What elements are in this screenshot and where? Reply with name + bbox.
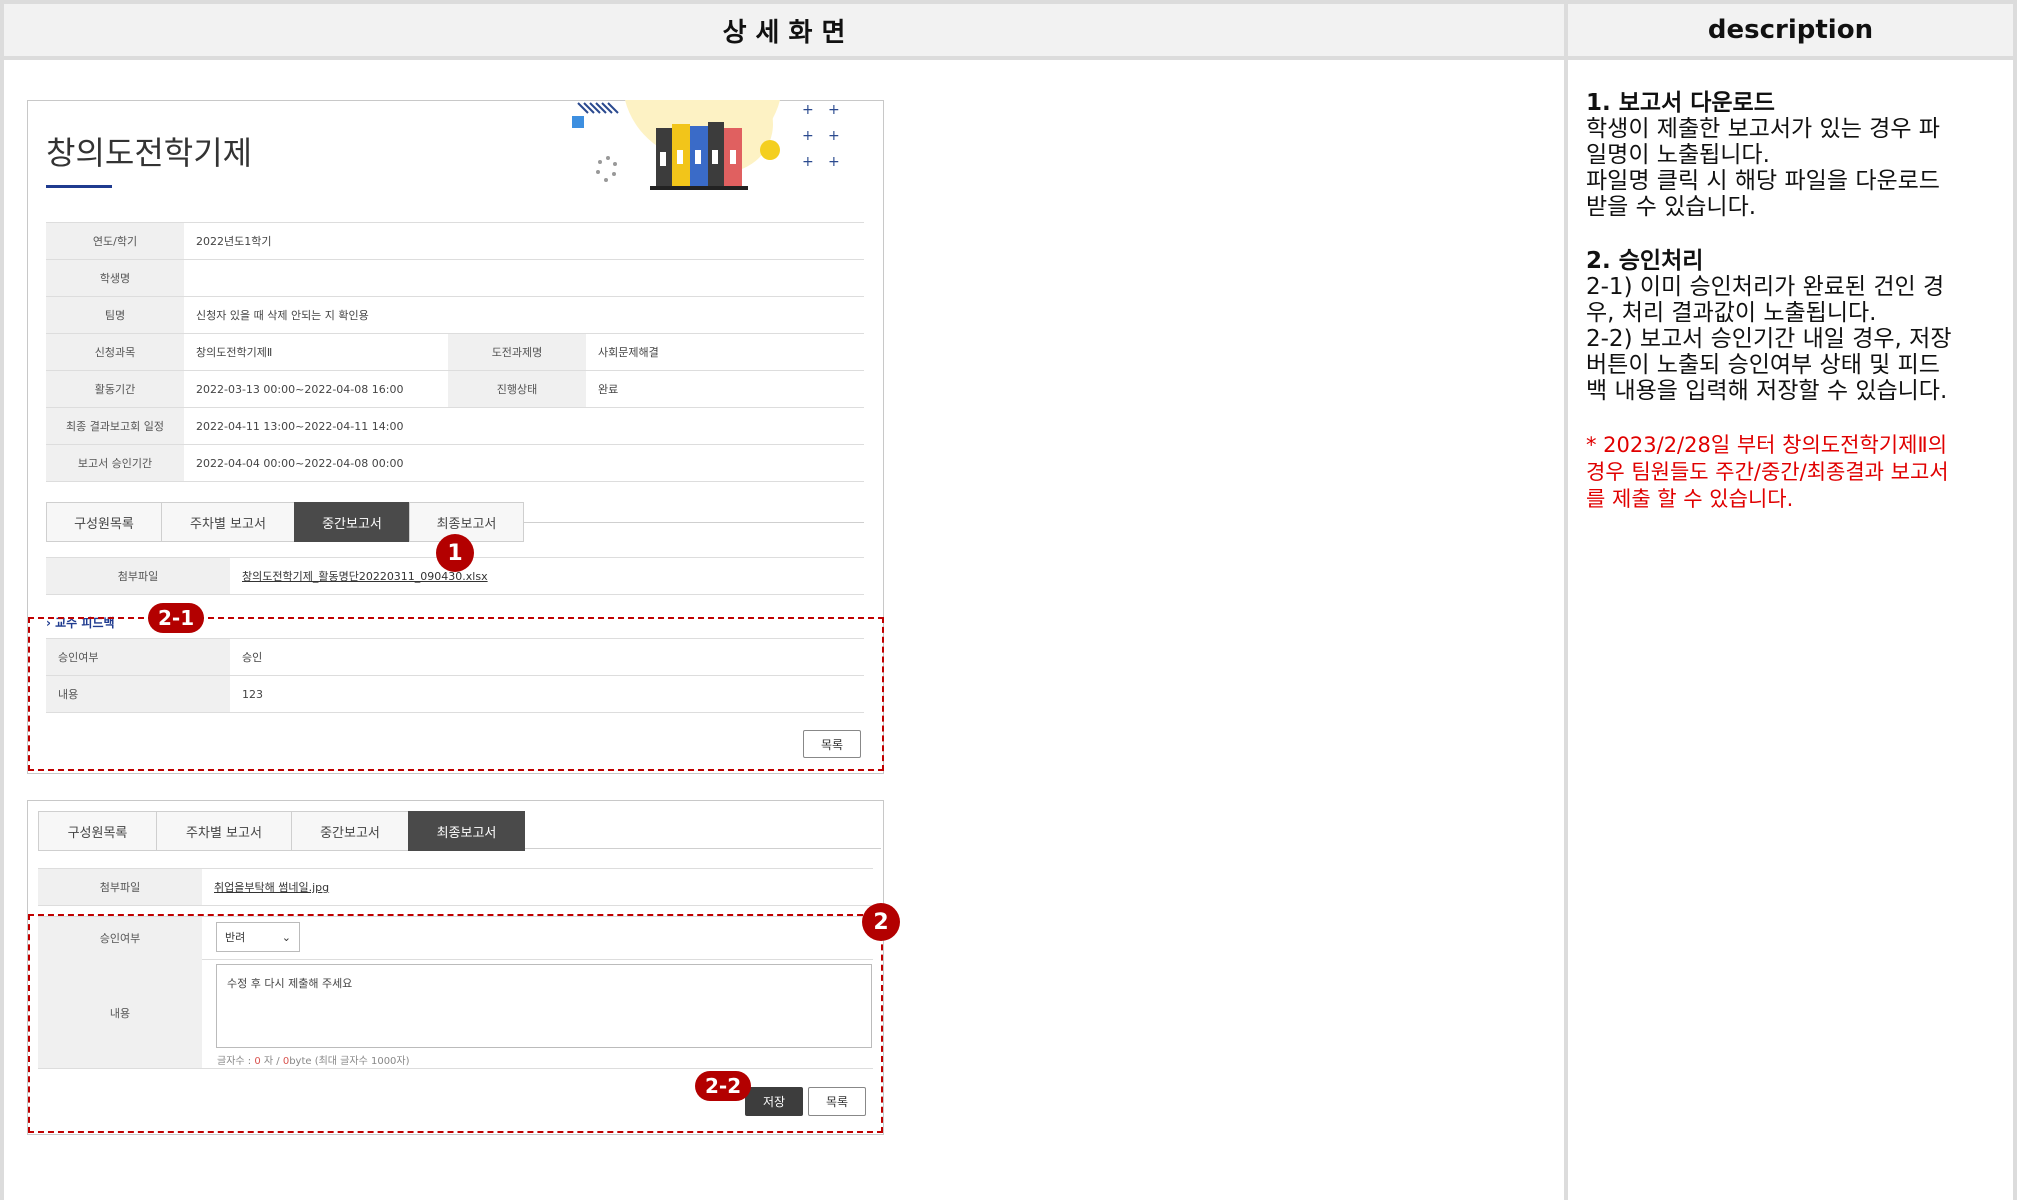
tab-weekly-report[interactable]: 주차별 보고서	[156, 811, 291, 851]
section-1-line: 학생이 제출한 보고서가 있는 경우 파	[1586, 116, 1940, 142]
header-description-title: description	[1707, 15, 1874, 45]
header-screen-title: 상 세 화 면	[722, 17, 846, 48]
svg-text:+: +	[828, 128, 840, 144]
tab-final-report[interactable]: 최종보고서	[409, 502, 524, 542]
note-line: 를 제출 할 수 있습니다.	[1586, 487, 1794, 511]
table-row: 팀명 신청자 있을 때 삭제 안되는 지 확인용	[46, 296, 864, 334]
report-info-table: 연도/학기 2022년도1학기 학생명 팀명 신청자 있을 때 삭제 안되는 지…	[46, 222, 864, 482]
title-underline	[46, 185, 112, 188]
row-value: 사회문제해결	[586, 333, 864, 371]
spec-frame: 상 세 화 면 description 창의도전학기제 + + + + + + …	[0, 0, 2017, 1200]
books-illustration-icon: + + + + + +	[572, 100, 840, 190]
attachment-table-final: 첨부파일 취업을부탁해 썸네일.jpg	[38, 868, 873, 906]
row-value: 2022-04-04 00:00~2022-04-08 00:00	[184, 444, 864, 482]
row-value: 창의도전학기제Ⅱ	[184, 333, 448, 371]
tab-members[interactable]: 구성원목록	[46, 502, 161, 542]
tab-midterm-report[interactable]: 중간보고서	[291, 811, 408, 851]
row-label: 도전과제명	[448, 333, 586, 371]
section-1-title: 1. 보고서 다운로드	[1586, 90, 1775, 116]
tab-final-report[interactable]: 최종보고서	[408, 811, 525, 851]
table-row: 신청과목 창의도전학기제Ⅱ 도전과제명 사회문제해결	[46, 333, 864, 371]
table-row: 보고서 승인기간 2022-04-04 00:00~2022-04-08 00:…	[46, 444, 864, 482]
page-title: 창의도전학기제	[46, 134, 253, 172]
table-row: 최종 결과보고회 일정 2022-04-11 13:00~2022-04-11 …	[46, 407, 864, 445]
row-label: 연도/학기	[46, 222, 184, 260]
table-row: 활동기간 2022-03-13 00:00~2022-04-08 16:00 진…	[46, 370, 864, 408]
section-2-line: 백 내용을 입력해 저장할 수 있습니다.	[1586, 378, 1948, 404]
note-line: * 2023/2/28일 부터 창의도전학기제Ⅱ의	[1586, 433, 1948, 457]
section-1-line: 일명이 노출됩니다.	[1586, 142, 1770, 168]
highlight-box-2	[28, 914, 883, 1133]
header-description-cell: description	[1564, 0, 2017, 60]
attachment-label: 첨부파일	[38, 868, 202, 906]
table-row: 첨부파일 취업을부탁해 썸네일.jpg	[38, 868, 873, 906]
marker-2: 2	[862, 903, 900, 941]
row-label: 팀명	[46, 296, 184, 334]
section-2-line: 우, 처리 결과값이 노출됩니다.	[1586, 300, 1877, 326]
attachment-label: 첨부파일	[46, 557, 230, 595]
section-1-line: 파일명 클릭 시 해당 파일을 다운로드	[1586, 168, 1940, 194]
header-screen-cell: 상 세 화 면	[0, 0, 1568, 60]
section-2-line: 2-2) 보고서 승인기간 내일 경우, 저장	[1586, 326, 1952, 352]
attachment-file-link[interactable]: 창의도전학기제_활동명단20220311_090430.xlsx	[242, 570, 488, 583]
table-row: 연도/학기 2022년도1학기	[46, 222, 864, 260]
tab-midterm-report[interactable]: 중간보고서	[294, 502, 409, 542]
row-label: 학생명	[46, 259, 184, 297]
left-border	[0, 56, 4, 1200]
marker-2-1: 2-1	[148, 603, 205, 633]
row-label: 활동기간	[46, 370, 184, 408]
row-label: 진행상태	[448, 370, 586, 408]
row-value: 2022-03-13 00:00~2022-04-08 16:00	[184, 370, 448, 408]
row-value: 신청자 있을 때 삭제 안되는 지 확인용	[184, 296, 864, 334]
right-border	[2013, 56, 2017, 1200]
marker-2-2: 2-2	[695, 1071, 752, 1101]
row-value: 2022년도1학기	[184, 222, 864, 260]
highlight-box-2-1	[28, 617, 884, 771]
note-line: 경우 팀원들도 주간/중간/최종결과 보고서	[1586, 460, 1949, 484]
tab-weekly-report[interactable]: 주차별 보고서	[161, 502, 294, 542]
row-label: 보고서 승인기간	[46, 444, 184, 482]
svg-text:+: +	[828, 102, 840, 118]
section-2-line: 버튼이 노출되 승인여부 상태 및 피드	[1586, 352, 1940, 378]
row-label: 최종 결과보고회 일정	[46, 407, 184, 445]
svg-text:+: +	[802, 102, 814, 118]
attachment-file-link[interactable]: 취업을부탁해 썸네일.jpg	[214, 881, 329, 894]
section-2-line: 2-1) 이미 승인처리가 완료된 건인 경	[1586, 274, 1945, 300]
section-2-title: 2. 승인처리	[1586, 248, 1704, 274]
row-value: 완료	[586, 370, 864, 408]
section-1-line: 받을 수 있습니다.	[1586, 194, 1757, 220]
report-tabs-final: 구성원목록 주차별 보고서 중간보고서 최종보고서	[38, 811, 525, 851]
description-panel: 1. 보고서 다운로드 학생이 제출한 보고서가 있는 경우 파 일명이 노출됩…	[1586, 90, 1996, 513]
marker-1: 1	[436, 534, 474, 572]
svg-text:+: +	[802, 154, 814, 170]
column-divider	[1564, 56, 1568, 1200]
row-value	[184, 259, 864, 297]
row-label: 신청과목	[46, 333, 184, 371]
row-value: 2022-04-11 13:00~2022-04-11 14:00	[184, 407, 864, 445]
svg-text:+: +	[828, 154, 840, 170]
table-row: 학생명	[46, 259, 864, 297]
tab-members[interactable]: 구성원목록	[38, 811, 156, 851]
svg-text:+: +	[802, 128, 814, 144]
